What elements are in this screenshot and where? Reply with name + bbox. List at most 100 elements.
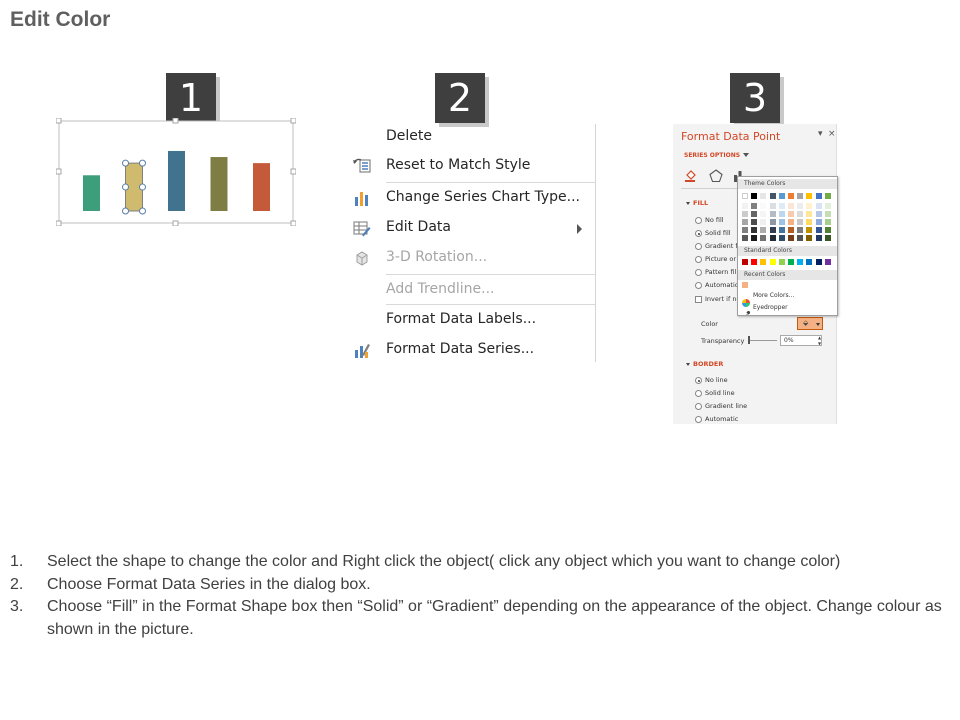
resize-handle[interactable] (290, 168, 296, 175)
radio-solid-fill[interactable] (695, 230, 702, 237)
fill-color-button[interactable]: ⬙ (797, 317, 823, 330)
chart-bar[interactable] (83, 175, 100, 211)
chart-bar[interactable] (253, 163, 270, 211)
radio-gradient-fill[interactable] (695, 243, 702, 250)
color-swatch[interactable] (742, 193, 748, 199)
color-swatch[interactable] (788, 193, 794, 199)
color-swatch[interactable] (742, 203, 748, 209)
color-swatch[interactable] (797, 235, 804, 241)
color-swatch[interactable] (769, 227, 776, 233)
selection-handle[interactable] (122, 207, 129, 215)
column-chart[interactable] (56, 118, 296, 226)
resize-handle[interactable] (56, 168, 62, 175)
color-swatch[interactable] (769, 259, 776, 265)
color-swatch[interactable] (797, 219, 804, 225)
color-swatch[interactable] (778, 227, 785, 233)
menu-item-format-data-labels[interactable]: Format Data Labels... (345, 307, 595, 333)
transparency-input[interactable]: 0% (780, 335, 822, 346)
chevron-down-icon[interactable] (743, 153, 749, 157)
color-swatch[interactable] (788, 203, 794, 209)
resize-handle[interactable] (172, 118, 179, 124)
selection-handle[interactable] (139, 183, 146, 191)
menu-item-delete[interactable]: Delete (345, 124, 595, 150)
color-swatch[interactable] (769, 203, 776, 209)
color-swatch[interactable] (824, 227, 831, 233)
radio-solid-line[interactable] (695, 390, 702, 397)
color-swatch[interactable] (769, 219, 776, 225)
color-swatch[interactable] (806, 193, 813, 199)
color-swatch[interactable] (769, 211, 776, 217)
invert-if-negative-checkbox[interactable] (695, 296, 702, 303)
color-swatch[interactable] (806, 235, 813, 241)
radio-automatic-fill[interactable] (695, 282, 702, 289)
transparency-slider-track[interactable] (749, 340, 777, 341)
color-swatch[interactable] (788, 227, 794, 233)
resize-handle[interactable] (56, 220, 62, 226)
resize-handle[interactable] (290, 118, 296, 124)
chart-bar[interactable] (168, 150, 185, 211)
pane-options-icon[interactable]: ▾ (818, 129, 823, 139)
menu-item-change-chart-type[interactable]: Change Series Chart Type... (345, 185, 595, 211)
border-section-header[interactable]: BORDER (693, 360, 723, 368)
color-swatch[interactable] (824, 219, 831, 225)
fill-line-icon[interactable] (684, 168, 698, 182)
fill-section-header[interactable]: FILL (693, 199, 708, 207)
collapse-triangle-icon[interactable] (686, 363, 690, 366)
color-swatch[interactable] (778, 259, 785, 265)
color-swatch[interactable] (824, 259, 831, 265)
color-swatch[interactable] (778, 235, 785, 241)
color-swatch[interactable] (797, 227, 804, 233)
color-swatch[interactable] (815, 259, 822, 265)
color-swatch[interactable] (797, 211, 804, 217)
radio-automatic-line[interactable] (695, 416, 702, 423)
color-swatch[interactable] (760, 227, 767, 233)
radio-pattern-fill[interactable] (695, 269, 702, 276)
color-swatch[interactable] (797, 203, 804, 209)
color-swatch[interactable] (760, 193, 767, 199)
color-swatch[interactable] (788, 235, 794, 241)
color-swatch[interactable] (751, 211, 758, 217)
spin-up-icon[interactable]: ▲ (818, 335, 821, 340)
color-swatch[interactable] (742, 235, 748, 241)
resize-handle[interactable] (172, 220, 179, 226)
color-swatch[interactable] (824, 235, 831, 241)
color-swatch[interactable] (760, 259, 767, 265)
color-swatch[interactable] (824, 193, 831, 199)
color-swatch[interactable] (778, 203, 785, 209)
color-swatch[interactable] (751, 235, 758, 241)
radio-no-fill[interactable] (695, 217, 702, 224)
radio-gradient-line[interactable] (695, 403, 702, 410)
color-swatch[interactable] (788, 211, 794, 217)
color-swatch[interactable] (806, 211, 813, 217)
color-swatch[interactable] (751, 227, 758, 233)
color-swatch[interactable] (751, 259, 758, 265)
color-swatch[interactable] (815, 193, 822, 199)
color-swatch[interactable] (742, 282, 748, 288)
color-swatch[interactable] (815, 203, 822, 209)
selection-handle[interactable] (122, 183, 129, 191)
color-swatch[interactable] (788, 219, 794, 225)
color-swatch[interactable] (760, 219, 767, 225)
chart-panel[interactable] (56, 118, 296, 226)
resize-handle[interactable] (290, 220, 296, 226)
color-swatch[interactable] (797, 193, 804, 199)
close-icon[interactable]: × (828, 129, 836, 139)
color-swatch[interactable] (751, 219, 758, 225)
radio-no-line[interactable] (695, 377, 702, 384)
color-swatch[interactable] (760, 203, 767, 209)
effects-pentagon-icon[interactable] (709, 168, 723, 183)
color-swatch[interactable] (806, 219, 813, 225)
menu-item-format-data-series[interactable]: Format Data Series... (345, 337, 595, 363)
color-swatch[interactable] (806, 203, 813, 209)
selection-handle[interactable] (122, 159, 129, 167)
color-swatch[interactable] (751, 203, 758, 209)
eyedropper-link[interactable]: Eyedropper (753, 304, 788, 311)
color-swatch[interactable] (778, 193, 785, 199)
menu-item-reset-style[interactable]: Reset to Match Style (345, 153, 595, 179)
color-swatch[interactable] (742, 259, 748, 265)
color-swatch[interactable] (797, 259, 804, 265)
color-swatch[interactable] (806, 227, 813, 233)
more-colors-link[interactable]: More Colors... (753, 292, 794, 299)
transparency-slider-thumb[interactable] (748, 336, 750, 344)
color-swatch[interactable] (778, 219, 785, 225)
